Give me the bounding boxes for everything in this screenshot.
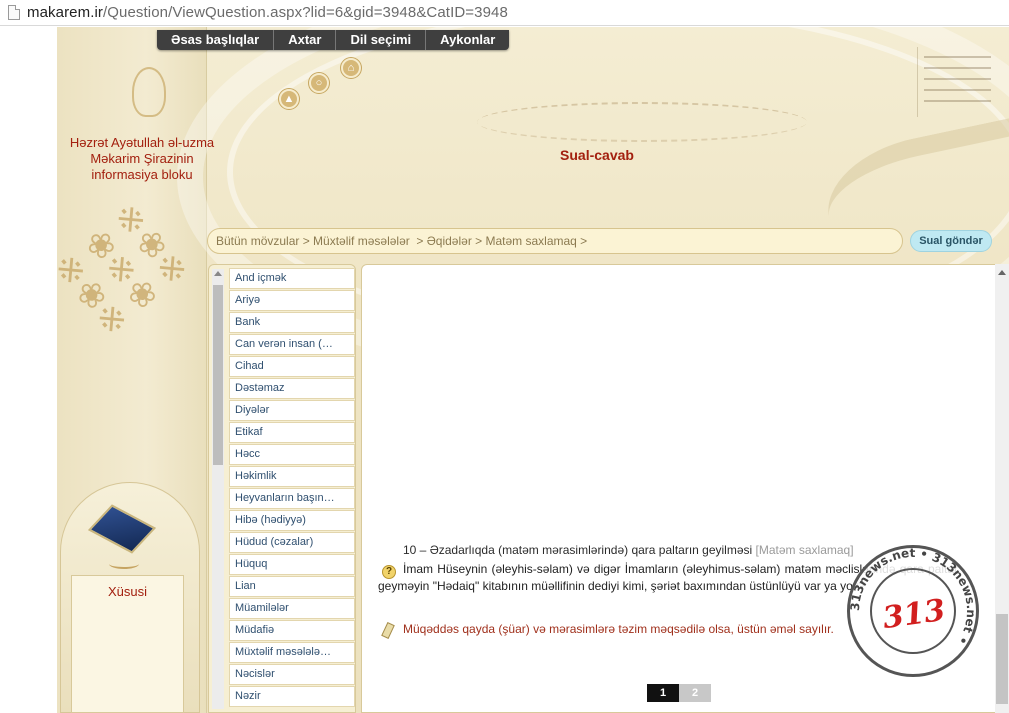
scroll-up-icon[interactable]	[214, 271, 222, 276]
address-bar[interactable]: makarem.ir/Question/ViewQuestion.aspx?li…	[0, 0, 1009, 26]
question-title-text[interactable]: 10 – Əzadarlıqda (matəm mərasimlərində) …	[403, 543, 752, 557]
sprig-decoration	[109, 559, 139, 569]
signature-decoration	[917, 47, 997, 117]
category-item[interactable]: Müamilələr	[229, 598, 355, 619]
category-item[interactable]: Hibə (hədiyyə)	[229, 510, 355, 531]
category-item[interactable]: Ariyə	[229, 290, 355, 311]
category-item[interactable]: Lian	[229, 576, 355, 597]
category-item[interactable]: Hüdud (cəzalar)	[229, 532, 355, 553]
page-2-button[interactable]: 2	[679, 684, 711, 702]
url-text[interactable]: makarem.ir/Question/ViewQuestion.aspx?li…	[27, 4, 508, 21]
category-item[interactable]: Müdafiə	[229, 620, 355, 641]
page-1-button[interactable]: 1	[647, 684, 679, 702]
category-item[interactable]: Həkimlik	[229, 466, 355, 487]
category-item[interactable]: Heyvanların başın…	[229, 488, 355, 509]
question-icon: ?	[382, 565, 396, 579]
scroll-thumb[interactable]	[213, 285, 223, 465]
category-item[interactable]: Nəcislər	[229, 664, 355, 685]
nav-icons[interactable]: Aykonlar	[426, 30, 509, 50]
category-item[interactable]: Həcc	[229, 444, 355, 465]
category-list: And içmək Ariyə Bank Can verən insan (… …	[229, 268, 355, 708]
page-icon	[8, 5, 20, 20]
scroll-up-icon[interactable]	[998, 270, 1006, 275]
category-item[interactable]: Nəzir	[229, 686, 355, 707]
category-item[interactable]: And içmək	[229, 268, 355, 289]
url-path: /Question/ViewQuestion.aspx?lid=6&gid=39…	[103, 4, 508, 21]
category-item[interactable]: Diyələr	[229, 400, 355, 421]
nav-search[interactable]: Axtar	[274, 30, 337, 50]
url-host: makarem.ir	[27, 4, 104, 21]
search-icon[interactable]: ○	[309, 73, 329, 93]
category-item[interactable]: Müxtəlif məsələlə…	[229, 642, 355, 663]
site-title: Həzrət Ayətullah əl-uzma Məkarim Şirazin…	[69, 135, 215, 182]
category-item[interactable]: Can verən insan (…	[229, 334, 355, 355]
breadcrumb[interactable]: Bütün mövzular > Müxtəlif məsələlər > Əq…	[207, 228, 903, 254]
category-item[interactable]: Dəstəmaz	[229, 378, 355, 399]
special-label[interactable]: Xüsusi	[71, 584, 184, 599]
category-item[interactable]: Hüquq	[229, 554, 355, 575]
home-icon[interactable]: ⌂	[341, 58, 361, 78]
send-question-button[interactable]: Sual göndər	[910, 230, 992, 252]
sitemap-icon[interactable]: ▲	[279, 89, 299, 109]
pagination: 1 2	[647, 684, 711, 702]
category-scrollbar[interactable]	[212, 269, 224, 709]
answer-icon	[380, 623, 396, 637]
nav-main-topics[interactable]: Əsas başlıqlar	[157, 30, 275, 50]
content-scrollbar[interactable]	[995, 264, 1009, 713]
category-item[interactable]: Bank	[229, 312, 355, 333]
category-item[interactable]: Etikaf	[229, 422, 355, 443]
nav-language[interactable]: Dil seçimi	[336, 30, 427, 50]
calligraphy-emblem	[132, 67, 166, 117]
top-navigation: Əsas başlıqlar Axtar Dil seçimi Aykonlar	[157, 30, 510, 50]
question-category[interactable]: [Matəm saxlamaq]	[756, 543, 854, 557]
scroll-thumb[interactable]	[996, 614, 1008, 704]
section-title: Sual-cavab	[560, 147, 634, 163]
category-panel: And içmək Ariyə Bank Can verən insan (… …	[208, 264, 356, 713]
header-calligraphy	[477, 102, 807, 142]
category-item[interactable]: Cihad	[229, 356, 355, 377]
